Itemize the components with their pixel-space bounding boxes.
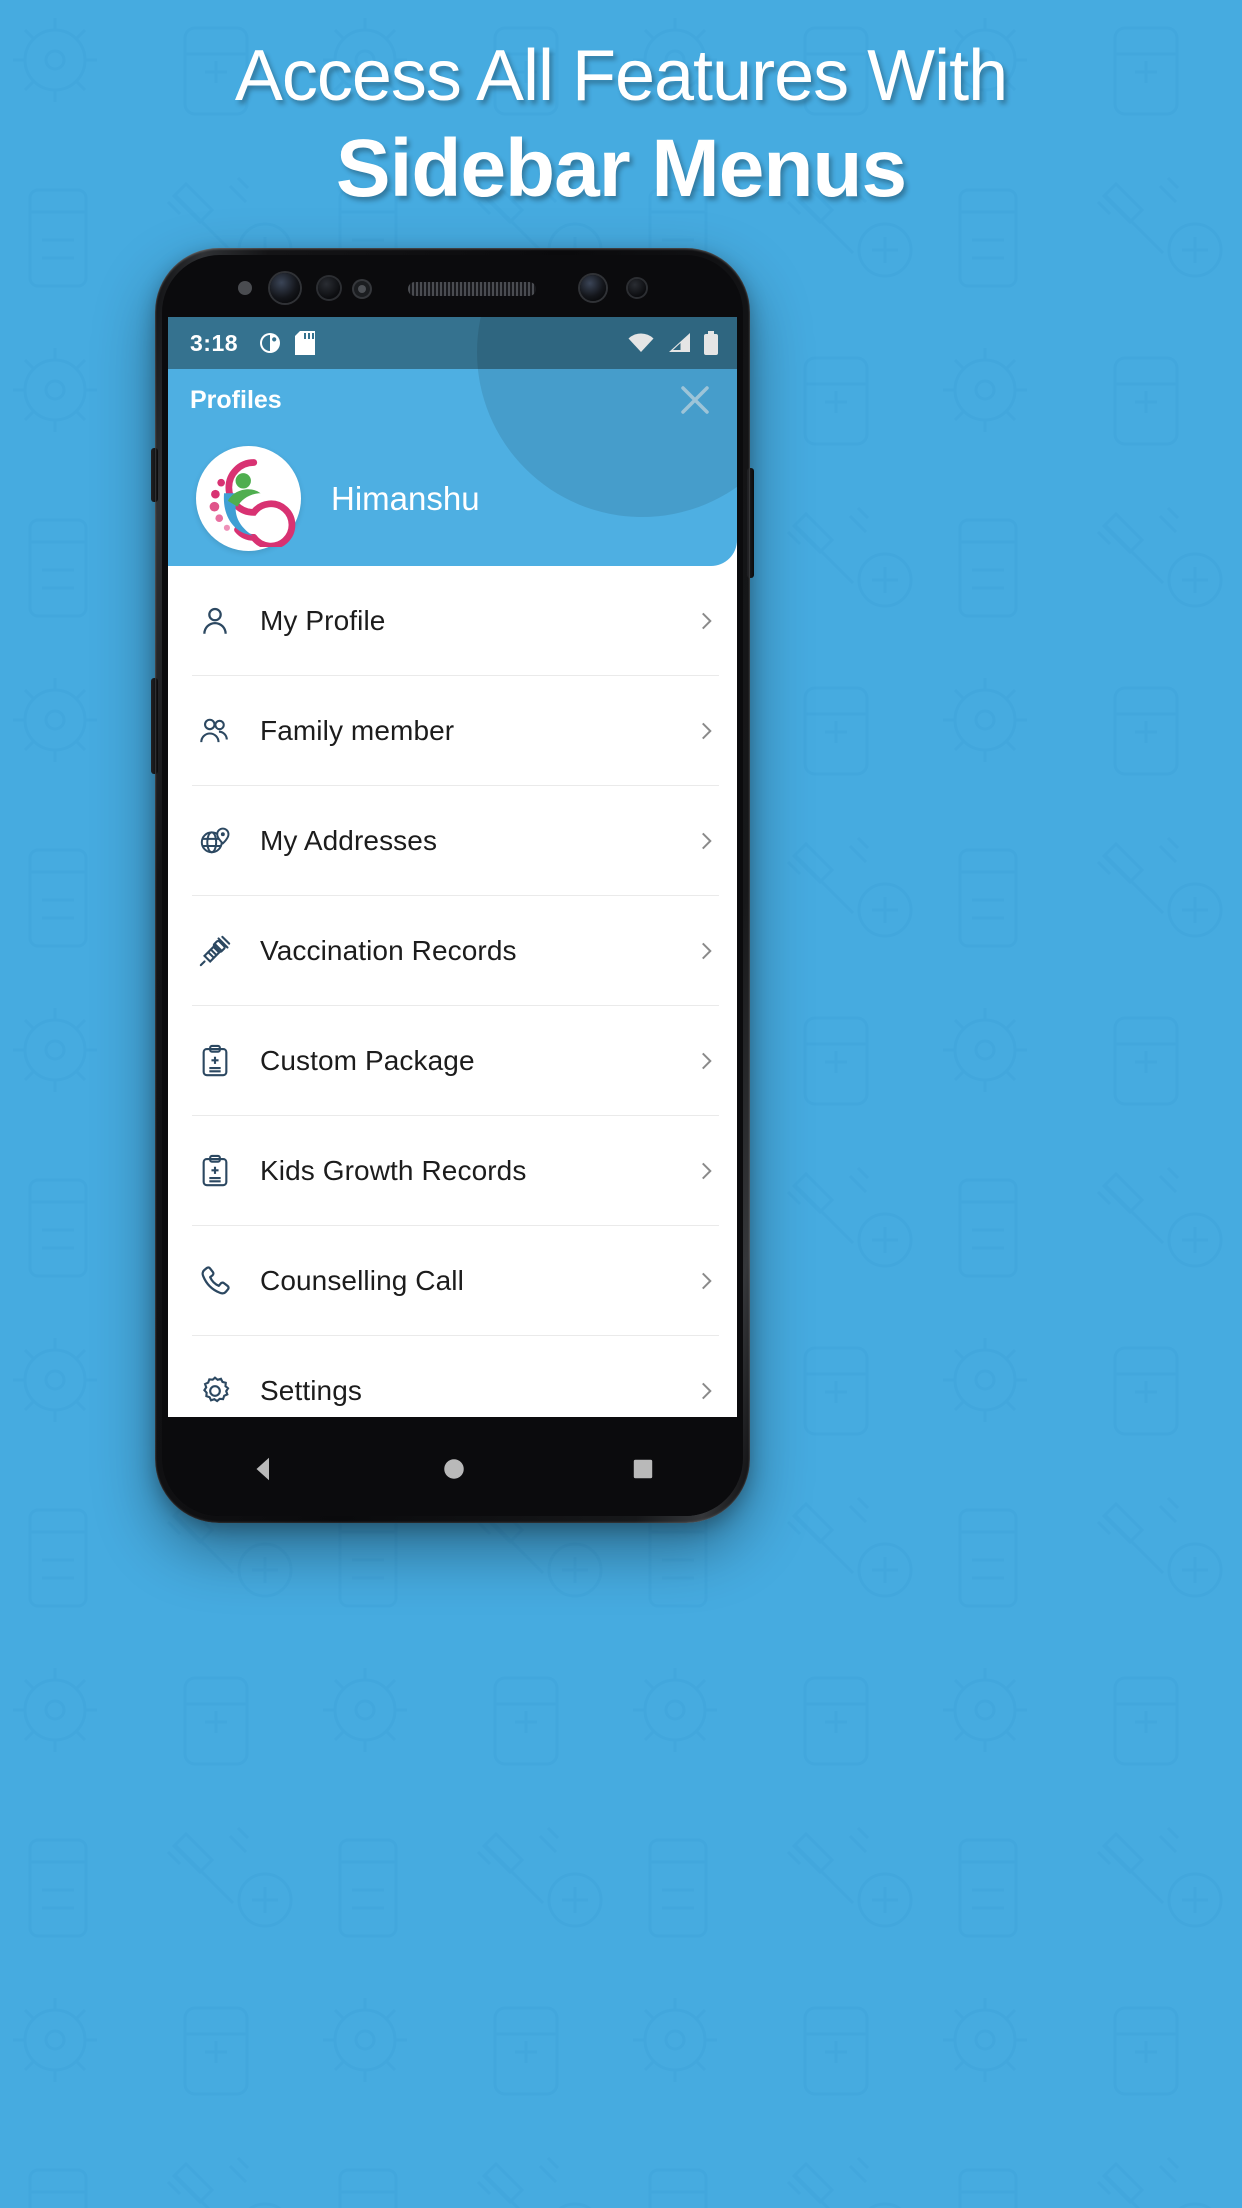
chevron-right-icon (693, 1158, 719, 1184)
menu-item-label: Custom Package (260, 1044, 475, 1076)
menu-item-custom-package[interactable]: Custom Package (192, 1006, 719, 1116)
chevron-right-icon (693, 828, 719, 854)
iris-scanner-icon (318, 277, 340, 299)
status-bar-clock: 3:18 (190, 329, 239, 356)
chevron-right-icon (693, 718, 719, 744)
proximity-sensor-icon (238, 281, 252, 295)
promo-headline: Access All Features With Sidebar Menus (0, 36, 1242, 215)
phone-mockup: 3:18 Profiles Himanshu My Profile Family… (151, 248, 754, 1523)
sd-card-icon (295, 331, 316, 355)
headline-line-2: Sidebar Menus (335, 123, 907, 215)
home-button[interactable] (441, 1456, 467, 1487)
front-camera-icon (270, 273, 300, 303)
phone-icon (192, 1264, 238, 1298)
menu-item-my-addresses[interactable]: My Addresses (192, 786, 719, 896)
recents-button[interactable] (630, 1456, 656, 1487)
battery-icon (704, 331, 718, 355)
phone-screen-bezel: 3:18 Profiles Himanshu My Profile Family… (162, 255, 743, 1516)
menu-item-my-profile[interactable]: My Profile (192, 566, 719, 676)
chevron-right-icon (693, 608, 719, 634)
globe-location-icon (192, 824, 238, 858)
menu-item-label: Family member (260, 714, 455, 746)
android-nav-bar (168, 1426, 737, 1516)
close-icon[interactable] (675, 380, 715, 420)
clipboard-medical-icon (192, 1154, 238, 1188)
app-logo-icon (209, 458, 295, 547)
person-icon (192, 604, 238, 638)
clipboard-medical-icon (192, 1044, 238, 1078)
gear-icon (192, 1374, 238, 1408)
menu-item-label: My Profile (260, 604, 386, 636)
drawer-menu-list: My Profile Family member My Addresses Va… (168, 566, 737, 1417)
power-button[interactable] (747, 468, 754, 578)
chevron-right-icon (693, 1268, 719, 1294)
chevron-right-icon (693, 938, 719, 964)
ir-sensor-icon (354, 281, 370, 297)
wifi-icon (628, 333, 654, 352)
menu-item-label: Counselling Call (260, 1264, 464, 1296)
alarm-icon (260, 333, 281, 353)
drawer-title: Profiles (190, 385, 282, 414)
phone-top-bezel (162, 255, 743, 317)
volume-up-button[interactable] (151, 448, 158, 502)
earpiece-speaker-icon (408, 282, 536, 296)
light-sensor-icon (628, 279, 646, 297)
secondary-camera-icon (580, 275, 606, 301)
drawer-profile-header[interactable]: Himanshu (168, 431, 737, 566)
menu-item-label: Kids Growth Records (260, 1154, 527, 1186)
volume-down-button[interactable] (151, 678, 158, 774)
drawer-header: Profiles (168, 369, 737, 431)
menu-item-family-member[interactable]: Family member (192, 676, 719, 786)
avatar (196, 446, 301, 551)
back-button[interactable] (249, 1454, 279, 1489)
people-group-icon (192, 714, 238, 748)
status-bar: 3:18 (168, 317, 737, 369)
phone-screen: 3:18 Profiles Himanshu My Profile Family… (168, 317, 737, 1417)
chevron-right-icon (693, 1378, 719, 1404)
menu-item-label: Vaccination Records (260, 934, 517, 966)
headline-line-1: Access All Features With (234, 36, 1008, 116)
menu-item-label: My Addresses (260, 824, 438, 856)
menu-item-vaccination-records[interactable]: Vaccination Records (192, 896, 719, 1006)
menu-item-kids-growth-records[interactable]: Kids Growth Records (192, 1116, 719, 1226)
menu-item-settings[interactable]: Settings (192, 1336, 719, 1417)
menu-item-label: Settings (260, 1374, 362, 1406)
profile-name: Himanshu (331, 479, 480, 517)
cellular-signal-icon (669, 333, 690, 352)
syringe-icon (192, 934, 238, 968)
menu-item-counselling-call[interactable]: Counselling Call (192, 1226, 719, 1336)
chevron-right-icon (693, 1048, 719, 1074)
